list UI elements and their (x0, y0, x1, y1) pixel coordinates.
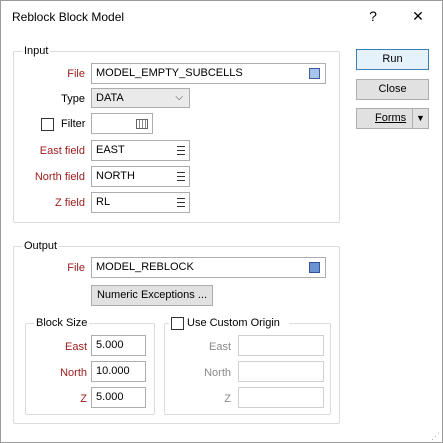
type-label: Type (61, 93, 85, 105)
browse-icon[interactable] (309, 68, 320, 79)
z-field-label: Z field (55, 197, 85, 209)
north-field-input[interactable]: NORTH (91, 166, 190, 187)
origin-east-input[interactable] (238, 335, 324, 356)
use-custom-origin-checkbox[interactable] (171, 317, 184, 330)
block-z-label: Z (80, 393, 87, 405)
close-window-button[interactable]: ✕ (406, 5, 430, 27)
forms-button[interactable]: Forms ▼ (356, 108, 429, 129)
filter-checkbox[interactable] (41, 118, 54, 131)
origin-z-label: Z (224, 393, 231, 405)
use-custom-origin-label: Use Custom Origin (187, 317, 280, 329)
window-title: Reblock Block Model (12, 10, 125, 24)
filter-label: Filter (61, 118, 86, 130)
resize-grip-icon[interactable]: ⋰ (431, 431, 441, 441)
output-file-field[interactable]: MODEL_REBLOCK (91, 257, 326, 278)
list-icon[interactable] (177, 172, 185, 181)
origin-z-input[interactable] (238, 387, 324, 408)
close-button[interactable]: Close (356, 79, 429, 100)
list-icon[interactable] (177, 198, 185, 207)
type-value: DATA (96, 92, 124, 104)
input-file-label: File (67, 68, 85, 80)
output-file-value: MODEL_REBLOCK (96, 261, 194, 273)
chevron-down-icon: ⌵ (175, 92, 183, 103)
origin-east-label: East (208, 341, 231, 353)
east-field-input[interactable]: EAST (91, 140, 190, 161)
block-east-input[interactable]: 5.000 (91, 335, 146, 356)
forms-label: Forms (375, 112, 407, 124)
output-group-label: Output (22, 240, 60, 252)
reblock-dialog: Reblock Block Model ? ✕ Input File MODEL… (0, 0, 443, 443)
input-file-value: MODEL_EMPTY_SUBCELLS (96, 67, 243, 79)
output-file-label: File (67, 262, 85, 274)
type-select[interactable]: DATA ⌵ (91, 88, 190, 108)
z-field-input[interactable]: RL (91, 192, 190, 213)
filter-edit-icon[interactable] (136, 119, 148, 129)
numeric-exceptions-button[interactable]: Numeric Exceptions ... (91, 285, 213, 306)
input-group-label: Input (22, 45, 51, 57)
list-icon[interactable] (177, 146, 185, 155)
block-north-input[interactable]: 10.000 (91, 361, 146, 382)
browse-icon[interactable] (309, 262, 320, 273)
north-field-value: NORTH (96, 170, 135, 182)
filter-field[interactable] (91, 113, 153, 134)
east-field-label: East field (39, 145, 85, 157)
help-button[interactable]: ? (361, 5, 385, 27)
forms-dropdown-icon[interactable]: ▼ (416, 109, 425, 128)
run-button[interactable]: Run (356, 49, 429, 70)
block-north-label: North (60, 367, 87, 379)
origin-north-input[interactable] (238, 361, 324, 382)
block-z-input[interactable]: 5.000 (91, 387, 146, 408)
input-file-field[interactable]: MODEL_EMPTY_SUBCELLS (91, 63, 326, 84)
east-field-value: EAST (96, 144, 125, 156)
north-field-label: North field (34, 171, 85, 183)
origin-north-label: North (204, 367, 231, 379)
z-field-value: RL (96, 196, 111, 208)
block-east-label: East (64, 341, 87, 353)
block-size-label: Block Size (34, 317, 90, 329)
